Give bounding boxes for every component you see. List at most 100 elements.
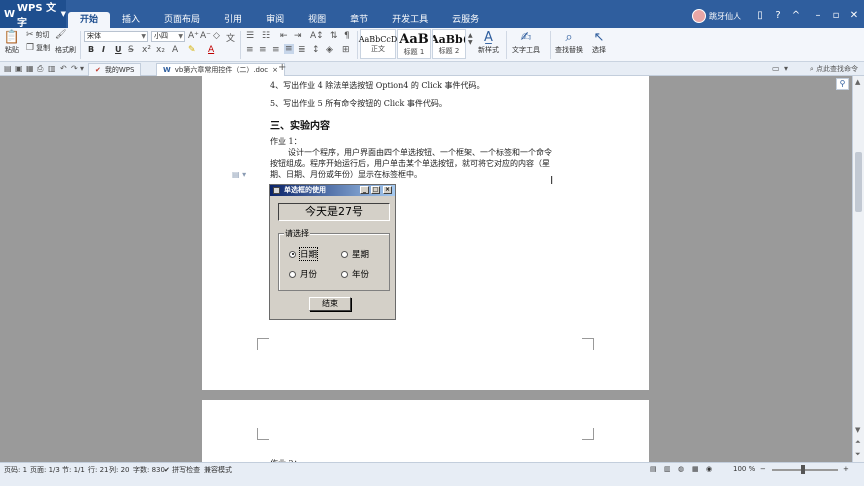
view-print-icon[interactable]: ▤ — [650, 465, 657, 473]
bullets-button[interactable]: ☰ — [246, 31, 254, 41]
align-right-button[interactable]: ≡ — [272, 45, 280, 55]
tab-document[interactable]: W vb第六章常用控件（二）.doc × — [156, 63, 285, 76]
zoom-slider-thumb[interactable] — [801, 465, 805, 474]
minimize-ribbon-icon[interactable]: ^ — [790, 10, 802, 22]
zoom-level[interactable]: 100 % — [733, 465, 755, 473]
copy-button[interactable]: ❐ 复制 — [26, 43, 50, 53]
underline-button[interactable]: U — [115, 45, 122, 54]
tab-insert[interactable]: 插入 — [110, 12, 152, 28]
border-button[interactable]: ⊞ — [342, 45, 350, 55]
tab-references[interactable]: 引用 — [212, 12, 254, 28]
tab-chapter[interactable]: 章节 — [338, 12, 380, 28]
strikethrough-button[interactable]: S̶ — [128, 45, 134, 55]
superscript-button[interactable]: x² — [142, 45, 151, 55]
tab-cloud[interactable]: 云服务 — [440, 12, 491, 28]
scroll-up-icon[interactable]: ▲ — [855, 78, 860, 86]
pinyin-button[interactable]: 文 — [226, 31, 235, 44]
style-normal[interactable]: AaBbCcD 正文 — [359, 29, 397, 59]
preview-icon[interactable]: ▥ — [48, 64, 56, 73]
sort-button[interactable]: ⇅ — [330, 31, 338, 41]
show-marks-button[interactable]: ¶ — [344, 31, 350, 41]
grow-font-button[interactable]: A⁺ — [188, 31, 199, 41]
command-search[interactable]: ⌕ 点此查找命令 — [810, 64, 858, 74]
shrink-font-button[interactable]: A⁻ — [200, 31, 211, 41]
redo-icon[interactable]: ↷ — [71, 64, 78, 73]
font-size-select[interactable]: 小四 ▼ — [151, 31, 185, 42]
document-area[interactable]: 4、写出作业 4 除法单选按钮 Option4 的 Click 事件代码。 5、… — [0, 76, 852, 462]
status-word-count[interactable]: 字数: 830 — [133, 465, 165, 475]
tab-view[interactable]: 视图 — [296, 12, 338, 28]
vb-form-titlebar: 单选框的使用 _ □ × — [270, 185, 395, 196]
format-painter-button[interactable]: 🖌 — [55, 30, 66, 40]
text-effect-button[interactable]: A — [172, 45, 178, 55]
align-center-button[interactable]: ≡ — [259, 45, 267, 55]
skin-icon[interactable]: ▯ — [754, 10, 766, 22]
new-style-button[interactable]: A̲ 新样式 — [478, 29, 499, 55]
help-icon[interactable]: ? — [772, 10, 784, 22]
close-icon[interactable]: ✕ — [848, 10, 860, 22]
style-heading-1[interactable]: AaB 标题 1 — [397, 29, 431, 59]
text-tool-button[interactable]: ✍ 文字工具 — [512, 29, 540, 55]
italic-button[interactable]: I — [102, 45, 105, 54]
maximize-icon[interactable]: ▫ — [830, 10, 842, 22]
user-account[interactable]: 跳牙仙人 — [692, 8, 741, 24]
distribute-button[interactable]: ≣ — [298, 45, 306, 55]
format-painter-label[interactable]: 格式刷 — [55, 45, 76, 55]
chinese-layout-button[interactable]: A↕ — [310, 31, 324, 41]
minimize-icon[interactable]: – — [812, 10, 824, 22]
scrollbar-thumb[interactable] — [855, 152, 862, 212]
shading-button[interactable]: ◈ — [326, 45, 333, 55]
scroll-down-icon[interactable]: ▼ — [855, 426, 860, 434]
justify-button[interactable]: ≡ — [284, 44, 294, 54]
decrease-indent-button[interactable]: ⇤ — [280, 31, 288, 41]
tab-home[interactable]: 开始 — [68, 12, 111, 28]
navigation-pin-icon[interactable]: ⚲ — [836, 78, 849, 90]
zoom-slider[interactable] — [772, 469, 838, 471]
clear-format-button[interactable]: ◇ — [213, 31, 220, 41]
cut-button[interactable]: ✂ 剪切 — [26, 30, 50, 40]
style-scroll[interactable]: ▲ ▼ — [468, 32, 473, 46]
view-reading-icon[interactable]: ▦ — [692, 465, 699, 473]
eye-protection-icon[interactable]: ◉ — [706, 465, 712, 473]
tab-review[interactable]: 审阅 — [254, 12, 296, 28]
new-tab-button[interactable]: + — [278, 62, 286, 73]
find-replace-button[interactable]: ⌕ 查找替换 — [555, 29, 583, 55]
align-left-button[interactable]: ≡ — [246, 45, 254, 55]
tab-developer[interactable]: 开发工具 — [380, 12, 440, 28]
output-pdf-icon[interactable]: ▦ — [26, 64, 34, 73]
chevron-down-icon[interactable]: ▾ — [80, 64, 84, 73]
chevron-down-icon[interactable]: ▾ — [784, 64, 788, 73]
app-menu-button[interactable]: W WPS 文字 ▼ — [0, 0, 66, 29]
increase-indent-button[interactable]: ⇥ — [294, 31, 302, 41]
font-color-button[interactable]: A — [208, 45, 214, 55]
select-button[interactable]: ↖ 选择 — [591, 29, 607, 55]
font-name-select[interactable]: 宋体 ▼ — [84, 31, 148, 42]
style-heading-2[interactable]: AaBb( 标题 2 — [432, 29, 466, 59]
tab-page-layout[interactable]: 页面布局 — [152, 12, 212, 28]
status-spell-check[interactable]: ✔ 拼写检查 — [164, 465, 200, 475]
subscript-button[interactable]: x₂ — [156, 45, 165, 55]
view-outline-icon[interactable]: ▥ — [664, 465, 671, 473]
vertical-scrollbar[interactable]: ▲ ▼ ⏶ ⏷ — [852, 76, 864, 462]
page-2[interactable] — [202, 400, 649, 462]
tab-my-wps[interactable]: ✔ 我的WPS — [88, 63, 142, 76]
vb-form-image[interactable]: 单选框的使用 _ □ × 今天是27号 请选择 日期 星期 月份 年份 结束 — [269, 184, 396, 320]
paragraph-handle-icon[interactable]: ▤ ▾ — [232, 170, 246, 179]
line-spacing-button[interactable]: ↕ — [312, 45, 320, 55]
undo-icon[interactable]: ↶ — [60, 64, 67, 73]
prev-page-icon[interactable]: ⏶ — [855, 438, 861, 447]
paste-button[interactable]: 📋 粘贴 — [4, 29, 20, 55]
highlight-button[interactable]: ✎ — [188, 45, 196, 55]
window-mode-icon[interactable]: ▭ — [772, 64, 780, 73]
zoom-out-icon[interactable]: − — [760, 465, 766, 473]
status-pages[interactable]: 页面: 1/3 — [30, 465, 60, 475]
print-icon[interactable]: ⎙ — [37, 64, 43, 74]
bold-button[interactable]: B — [88, 45, 94, 54]
save-icon[interactable]: ▣ — [15, 64, 23, 73]
next-page-icon[interactable]: ⏷ — [855, 450, 861, 459]
view-web-icon[interactable]: ◍ — [678, 465, 684, 473]
open-icon[interactable]: ▤ — [4, 64, 12, 73]
zoom-in-icon[interactable]: + — [843, 465, 849, 473]
numbering-button[interactable]: ☷ — [262, 31, 270, 41]
status-page-number[interactable]: 页码: 1 — [4, 465, 27, 475]
